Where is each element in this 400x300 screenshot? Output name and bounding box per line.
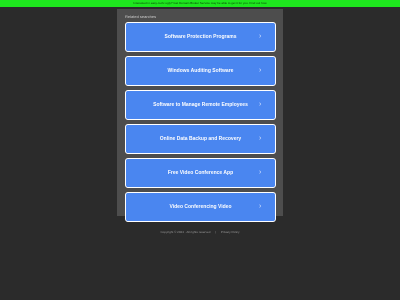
chevron-right-icon: › <box>259 203 262 210</box>
related-link-button[interactable]: Software to Manage Remote Employees › <box>125 90 276 120</box>
related-links-list: Software Protection Programs › Windows A… <box>125 22 276 226</box>
related-link-button[interactable]: Free Video Conference App › <box>125 158 276 188</box>
related-link-button[interactable]: Software Protection Programs › <box>125 22 276 52</box>
related-link-button[interactable]: Windows Auditing Software › <box>125 56 276 86</box>
footer-copyright: Copyright © 2024 · All rights reserved <box>160 230 211 234</box>
privacy-policy-link[interactable]: Privacy Policy <box>219 230 242 234</box>
related-link-label: Video Conferencing Video <box>169 204 232 210</box>
related-link-label: Windows Auditing Software <box>167 68 234 74</box>
chevron-right-icon: › <box>259 101 262 108</box>
chevron-right-icon: › <box>259 135 262 142</box>
related-searches-panel: Related searches Software Protection Pro… <box>117 9 283 222</box>
related-link-label: Software Protection Programs <box>164 34 237 40</box>
banner-text[interactable]: Interested in easy-to-fix ugly? Get Doma… <box>133 1 266 5</box>
related-link-label: Online Data Backup and Recovery <box>159 136 242 142</box>
footer-separator: | <box>215 230 216 234</box>
panel-heading: Related searches <box>125 14 157 19</box>
chevron-right-icon: › <box>259 67 262 74</box>
related-link-button[interactable]: Online Data Backup and Recovery › <box>125 124 276 154</box>
related-link-button[interactable]: Video Conferencing Video › <box>125 192 276 222</box>
footer: Copyright © 2024 · All rights reserved |… <box>0 230 400 234</box>
related-link-label: Free Video Conference App <box>167 170 234 176</box>
top-banner[interactable]: Interested in easy-to-fix ugly? Get Doma… <box>0 0 400 7</box>
related-link-label: Software to Manage Remote Employees <box>153 102 248 108</box>
chevron-right-icon: › <box>259 169 262 176</box>
chevron-right-icon: › <box>259 33 262 40</box>
